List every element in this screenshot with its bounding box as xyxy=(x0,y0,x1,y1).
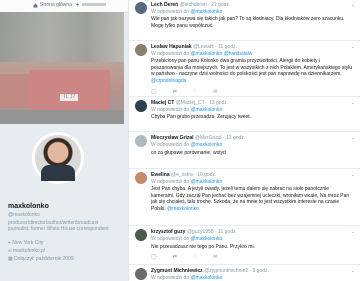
tweet-handle: @guzy1958 · 11 godz. xyxy=(186,229,237,235)
chevron-down-icon[interactable]: ⌄ xyxy=(351,229,355,235)
tweet-text: Jest Pan chyba. A jeżyli owady, jeżeli t… xyxy=(151,186,350,212)
tweet-actions: ◯ ⇄ ♡ ✉ xyxy=(151,254,218,260)
tweet-link[interactable]: @crpodolnagda xyxy=(151,78,186,84)
tweet-text: Przebiciony pan panu Kolonko dwa gramia … xyxy=(151,58,353,84)
tweet-handle: @zygmuntmichnie2 · 9 godz. xyxy=(204,268,269,274)
profile-link[interactable]: ∞ maxkolonko.pl xyxy=(8,248,45,254)
replies-column: Lech Dereń @lechderen · 21 godz. W odpow… xyxy=(128,0,360,281)
tweet-item[interactable]: Zygmunt Michniewicz @zygmuntmichnie2 · 9… xyxy=(129,264,360,281)
reply-icon[interactable]: ◯ xyxy=(151,254,157,260)
avatar[interactable] xyxy=(135,44,147,56)
tweet-item[interactable]: Lech Dereń @lechderen · 21 godz. W odpow… xyxy=(129,0,360,37)
like-icon[interactable]: ♡ xyxy=(193,254,197,260)
reply-mention[interactable]: @maxkolonko xyxy=(190,142,222,148)
tweet-item[interactable]: Ewelina @e_ostra · 10 godz. W odpowiedzi… xyxy=(129,168,360,225)
nav-home[interactable]: Strona główna xyxy=(33,2,72,8)
chevron-down-icon[interactable]: ⌄ xyxy=(351,2,355,8)
tweet-author[interactable]: Maciej CT xyxy=(151,100,174,106)
profile-location: ⌖ New York City xyxy=(8,240,44,246)
chevron-down-icon[interactable]: ⌄ xyxy=(351,135,355,141)
tweet-author[interactable]: krzysztof guzy xyxy=(151,229,185,235)
reply-mention[interactable]: @maxkolonko xyxy=(190,236,222,242)
calendar-icon: ▦ xyxy=(8,256,13,262)
profile-name: maxkolonko xyxy=(8,203,49,210)
link-icon: ∞ xyxy=(8,248,12,254)
reply-mention[interactable]: @maxkolonko xyxy=(190,275,222,281)
tweet-item[interactable]: Maciej CT @Maciej_CT · 13 godz. W odpowi… xyxy=(129,96,360,131)
tweet-text: Wie pan jak nazywa się takich jak pan? T… xyxy=(151,16,345,29)
reply-icon[interactable]: ◯ xyxy=(151,89,157,95)
avatar[interactable] xyxy=(135,100,147,112)
tweet-item[interactable]: krzysztof guzy @guzy1958 · 11 godz. W od… xyxy=(129,225,360,264)
avatar[interactable] xyxy=(135,229,147,241)
tweet-handle: @LesiaH · 11 godz. xyxy=(192,44,237,50)
nav-home-label: Strona główna xyxy=(40,2,72,8)
home-icon xyxy=(33,3,38,8)
profile-joined: ▦ Dołączył: październik 2009 xyxy=(8,256,74,262)
message-icon[interactable]: ✉ xyxy=(213,89,217,95)
location-icon: ⌖ xyxy=(8,240,11,246)
chevron-down-icon[interactable]: ⌄ xyxy=(351,172,355,178)
lightning-icon xyxy=(75,2,80,7)
reply-mention[interactable]: @maxkolonko xyxy=(190,179,222,185)
tweet-text: Chyba Pan grubo przesadza. Zerujący twee… xyxy=(151,114,252,120)
like-icon[interactable]: ♡ xyxy=(193,89,197,95)
tweet-author[interactable]: Lech Dereń xyxy=(151,2,178,8)
profile-avatar[interactable] xyxy=(32,132,84,184)
tweet-author[interactable]: Mieczysław Grizal xyxy=(151,135,194,141)
reply-mention[interactable]: @maxkolonko @hanibalalw xyxy=(190,51,252,57)
avatar[interactable] xyxy=(135,2,147,14)
retweet-icon[interactable]: ⇄ xyxy=(173,254,177,260)
nav-moments[interactable] xyxy=(75,2,106,7)
tweet-author[interactable]: Ewelina xyxy=(151,172,170,178)
tweet-author[interactable]: Zygmunt Michniewicz xyxy=(151,268,203,274)
reply-mention[interactable]: @maxkolonko xyxy=(190,9,222,15)
profile-bio: producer/director/author/writer/broadcas… xyxy=(8,220,109,232)
tweet-handle: @Maciej_CT · 13 godz. xyxy=(175,100,229,106)
chevron-down-icon[interactable]: ⌄ xyxy=(351,44,355,50)
tweet-handle: @lechderen · 21 godz. xyxy=(179,2,231,8)
avatar[interactable] xyxy=(135,135,147,147)
avatar[interactable] xyxy=(135,268,147,280)
avatar[interactable] xyxy=(135,172,147,184)
tweet-actions: ◯ ⇄ ♡ ✉ xyxy=(151,89,218,95)
tweet-link[interactable]: @maxkolonko xyxy=(167,206,199,212)
tweet-item[interactable]: Lesław Hapuniak @LesiaH · 11 godz. W odp… xyxy=(129,40,360,97)
tweet-handle: @MerGrizal · 12 godz. xyxy=(194,135,246,141)
message-icon[interactable]: ✉ xyxy=(213,254,217,260)
profile-handle: @maxkolonko xyxy=(8,212,40,218)
chevron-down-icon[interactable]: ⌄ xyxy=(351,100,355,106)
retweet-icon[interactable]: ⇄ xyxy=(173,89,177,95)
tweet-text: co za głupawe porównanie, wstyd xyxy=(151,150,226,156)
tweet-handle: @e_ostra · 10 godz. xyxy=(171,172,217,178)
tweet-author[interactable]: Lesław Hapuniak xyxy=(151,44,192,50)
tweet-text: Nie przesadzasz nie tego po Panu. Przykr… xyxy=(151,244,255,250)
chevron-down-icon[interactable]: ⌄ xyxy=(351,268,355,274)
reply-mention[interactable]: @maxkolonko xyxy=(190,107,222,113)
tweet-item[interactable]: Mieczysław Grizal @MerGrizal · 12 godz. … xyxy=(129,131,360,167)
